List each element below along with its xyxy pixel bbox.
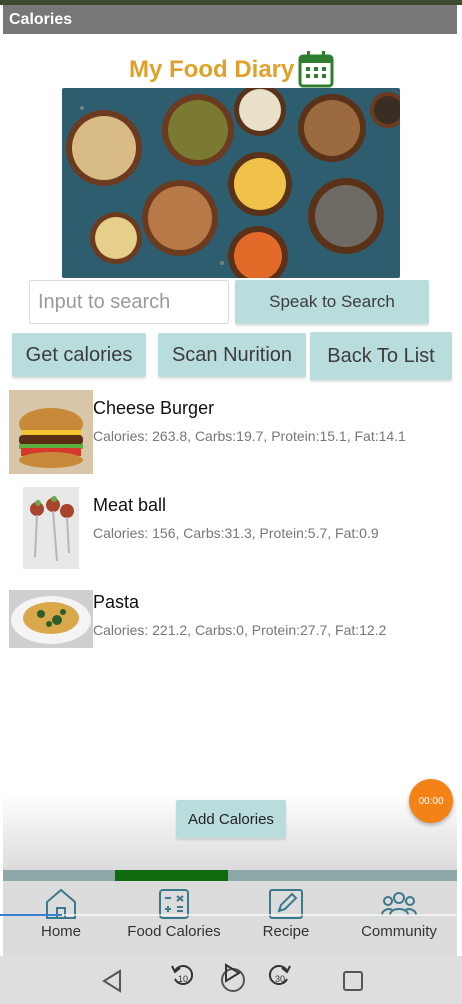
search-input[interactable] [29,280,229,324]
system-nav-bar: 10 30 [0,956,462,1004]
nav-recipe[interactable]: Recipe [255,881,317,956]
add-calories-button[interactable]: Add Calories [176,800,286,838]
active-tab-indicator [115,870,228,881]
food-name: Pasta [93,592,140,612]
pasta-image [9,590,93,648]
nav-food-calories[interactable]: Food Calories [123,881,225,956]
meatball-image [23,487,79,569]
nav-label: Community [361,923,437,940]
get-calories-button[interactable]: Get calories [12,333,146,377]
calendar-icon [298,51,334,88]
video-progress-fill [0,914,62,916]
nav-label: Home [40,923,81,940]
page-title: My Food Diary [129,56,295,83]
back-to-list-button[interactable]: Back To List [310,332,452,380]
list-item[interactable]: Cheese Burger Calories: 263.8, Carbs:19.… [3,386,457,483]
tab-indicator-bar [3,870,457,881]
rewind-icon[interactable]: 10 [170,962,194,988]
nav-community[interactable]: Community [355,881,443,956]
scan-nutrition-button[interactable]: Scan Nurition [158,333,306,377]
food-nutrition: Calories: 156, Carbs:31.3, Protein:5.7, … [93,525,379,541]
food-name: Cheese Burger [93,398,215,418]
food-name: Meat ball [93,495,167,515]
food-nutrition: Calories: 221.2, Carbs:0, Protein:27.7, … [93,622,387,638]
back-triangle-icon[interactable] [100,968,124,994]
bottom-navigation: Home Food Calories Recipe Community [3,881,457,956]
list-item[interactable]: Meat ball Calories: 156, Carbs:31.3, Pro… [3,483,457,580]
nav-home[interactable]: Home [31,881,91,956]
forward-seconds: 30 [275,974,285,984]
list-item[interactable]: Pasta Calories: 221.2, Carbs:0, Protein:… [3,580,457,677]
rewind-seconds: 10 [178,974,188,984]
app-screen: Calories My Food Diary Input to search S… [0,0,462,1004]
play-icon[interactable] [222,962,242,984]
forward-icon[interactable]: 30 [268,962,292,988]
burger-image [9,390,93,474]
food-nutrition: Calories: 263.8, Carbs:19.7, Protein:15.… [93,428,406,444]
recents-square-icon[interactable] [342,970,364,992]
nav-label: Food Calories [127,923,221,940]
food-list: Cheese Burger Calories: 263.8, Carbs:19.… [3,386,457,677]
nav-label: Recipe [262,923,310,940]
app-title: Calories [3,5,457,34]
food-bowls-image [62,88,400,278]
speak-to-search-button[interactable]: Speak to Search [235,280,429,324]
main-content: My Food Diary Input to search Speak to S… [3,34,457,870]
timer-badge[interactable]: 00:00 [409,779,453,823]
video-progress-bar[interactable] [0,914,462,916]
